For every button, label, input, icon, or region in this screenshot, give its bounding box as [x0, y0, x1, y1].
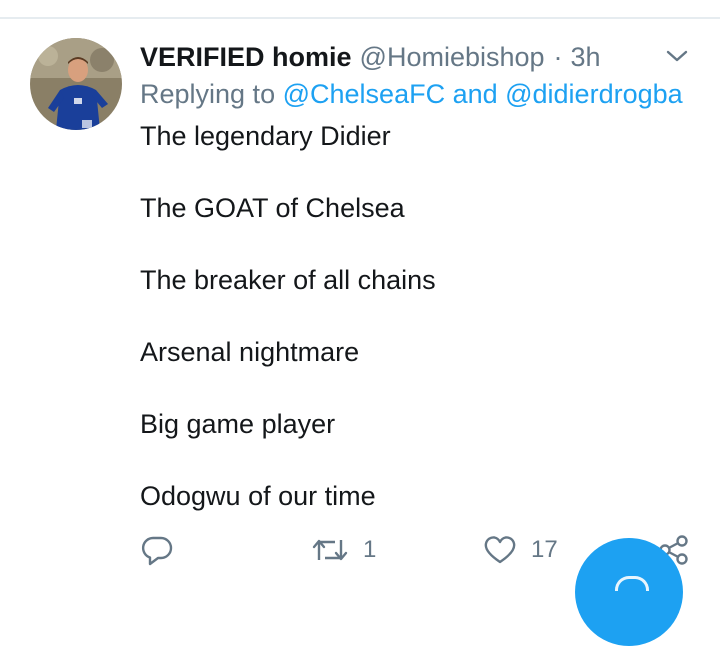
reply-icon [141, 536, 173, 566]
tweet-header: VERIFIED homie @Homiebishop · 3h [140, 40, 601, 74]
retweet-icon [312, 539, 348, 561]
retweet-count: 1 [363, 536, 377, 563]
top-divider [0, 17, 720, 19]
replying-mentions[interactable]: @ChelseaFC and @didierdrogba [283, 79, 683, 109]
compose-fab-icon [615, 576, 649, 591]
display-name[interactable]: VERIFIED homie [140, 42, 352, 73]
reply-button[interactable] [140, 534, 174, 566]
chevron-down-icon[interactable] [665, 47, 689, 65]
tweet-text: The legendary Didier The GOAT of Chelsea… [140, 118, 700, 550]
replying-prefix: Replying to [140, 79, 276, 109]
avatar[interactable] [30, 38, 122, 130]
retweet-button[interactable]: 1 [311, 534, 376, 566]
heart-icon [484, 536, 516, 564]
user-handle[interactable]: @Homiebishop [360, 42, 545, 73]
tweet-line: The legendary Didier [140, 121, 391, 151]
tweet-line: The GOAT of Chelsea [140, 193, 405, 223]
tweet-line: Big game player [140, 409, 336, 439]
replying-to: Replying to @ChelseaFC and @didierdrogba [140, 79, 683, 110]
separator-dot: · [553, 41, 563, 72]
tweet-line: Arsenal nightmare [140, 337, 360, 367]
tweet-line: The breaker of all chains [140, 265, 436, 295]
timestamp[interactable]: 3h [571, 42, 601, 73]
tweet-line: Odogwu of our time [140, 481, 376, 511]
compose-button[interactable] [575, 538, 683, 646]
like-count: 17 [531, 536, 558, 563]
like-button[interactable]: 17 [483, 534, 558, 566]
